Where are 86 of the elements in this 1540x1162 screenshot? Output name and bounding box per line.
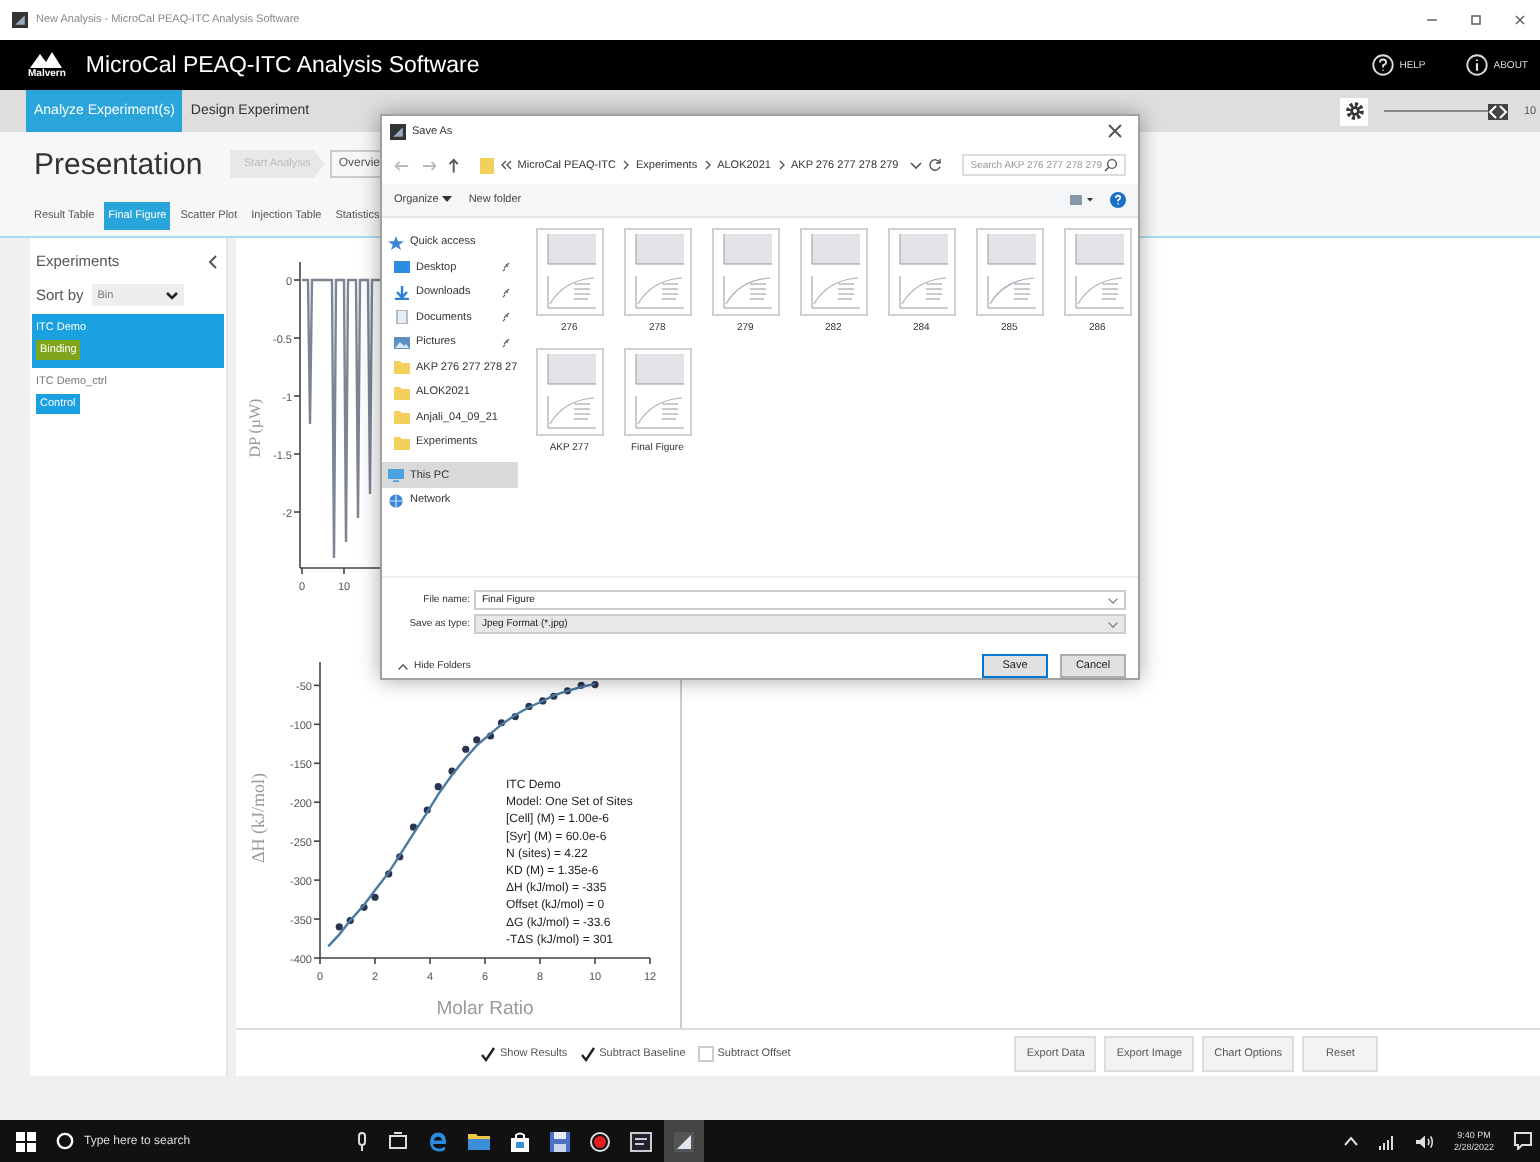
help-icon <box>1371 54 1394 76</box>
task-view-icon[interactable] <box>388 1131 408 1151</box>
search-icon <box>1104 158 1118 173</box>
data-point <box>434 783 442 791</box>
data-point <box>423 806 431 814</box>
up-icon[interactable] <box>448 157 460 174</box>
desktop-icon <box>394 260 410 275</box>
data-point <box>563 687 572 695</box>
data-point <box>539 697 547 705</box>
chart-thumbnail-icon <box>711 227 780 316</box>
x-axis <box>299 567 381 575</box>
chevron-down-icon[interactable] <box>910 161 923 170</box>
chevron-right-icon[interactable] <box>622 160 630 171</box>
chevron-down-icon[interactable] <box>1108 597 1118 604</box>
app-title: MicroCal PEAQ-ITC Analysis Software <box>85 53 480 77</box>
computer-icon <box>388 468 404 483</box>
windows-start-icon[interactable] <box>16 1131 36 1151</box>
data-point <box>511 712 519 721</box>
axis-label: Molar Ratio <box>436 998 534 1020</box>
pictures-icon <box>394 335 410 350</box>
folder-icon[interactable] <box>468 1132 490 1150</box>
folder-icon <box>479 156 494 175</box>
app-icon[interactable] <box>630 1131 652 1151</box>
close-icon[interactable] <box>1108 124 1122 139</box>
data-point <box>591 681 599 689</box>
volume-icon[interactable] <box>1415 1133 1434 1149</box>
document-icon <box>394 310 410 325</box>
collapse-icon[interactable] <box>208 253 218 269</box>
data-point <box>371 893 379 901</box>
download-icon <box>394 285 410 300</box>
microphone-icon[interactable] <box>356 1131 368 1151</box>
data-point <box>346 917 354 925</box>
chart-thumbnail-icon <box>623 227 692 316</box>
data-point <box>448 767 456 775</box>
checkmark-icon <box>480 1045 496 1061</box>
checkbox-icon <box>697 1045 714 1061</box>
app-icon <box>12 12 28 28</box>
chevron-down-icon <box>1108 621 1118 628</box>
data-point <box>360 903 368 911</box>
chart-thumbnail-icon <box>535 227 604 316</box>
zoom-slider[interactable] <box>1384 103 1508 119</box>
data-point <box>473 736 481 744</box>
chart-thumbnail-icon <box>799 227 868 316</box>
data-point <box>525 702 533 710</box>
refresh-icon[interactable] <box>928 158 943 173</box>
chevron-down-icon <box>165 291 178 299</box>
data-point <box>335 923 343 931</box>
close-icon[interactable] <box>1512 12 1528 28</box>
data-point <box>497 719 506 727</box>
search-icon <box>56 1132 74 1150</box>
help-icon[interactable] <box>1110 191 1126 208</box>
axis-label: ΔH (kJ/mol) <box>248 772 268 864</box>
settings-button[interactable] <box>1340 97 1368 125</box>
maximize-icon[interactable] <box>1468 12 1484 28</box>
slider-thumb[interactable] <box>1488 103 1509 119</box>
star-icon <box>388 235 404 250</box>
view-options-icon[interactable] <box>1070 193 1094 206</box>
data-point <box>486 732 495 740</box>
double-chevron-icon[interactable] <box>499 160 512 171</box>
chevron-right-icon[interactable] <box>703 160 712 171</box>
network-icon[interactable] <box>1377 1133 1396 1149</box>
window-icon <box>390 123 406 140</box>
chart-thumbnail-icon <box>887 227 956 316</box>
network-icon <box>388 493 404 508</box>
data-point <box>396 853 404 861</box>
chart-thumbnail-icon <box>535 347 604 436</box>
data-point <box>550 692 558 700</box>
data-point <box>385 870 393 878</box>
chart-thumbnail-icon <box>623 347 692 436</box>
data-point <box>577 681 585 689</box>
record-icon[interactable] <box>590 1131 610 1151</box>
active-app-icon[interactable] <box>664 1120 704 1162</box>
browser-icon[interactable] <box>428 1131 448 1151</box>
axis-label: DP (µW) <box>246 398 264 458</box>
shopping-bag-icon[interactable] <box>510 1131 530 1151</box>
checkmark-icon <box>579 1045 596 1061</box>
chart-thumbnail-icon <box>1063 227 1132 316</box>
chart-thumbnail-icon <box>975 227 1044 316</box>
page-title: Presentation <box>34 147 205 181</box>
chevron-up-icon <box>398 663 408 670</box>
chevron-up-icon[interactable] <box>1343 1136 1358 1146</box>
notification-icon[interactable] <box>1514 1132 1532 1150</box>
chevron-right-icon[interactable] <box>777 160 785 171</box>
info-icon <box>1465 54 1488 76</box>
data-point <box>462 745 470 753</box>
data-point <box>409 823 418 831</box>
